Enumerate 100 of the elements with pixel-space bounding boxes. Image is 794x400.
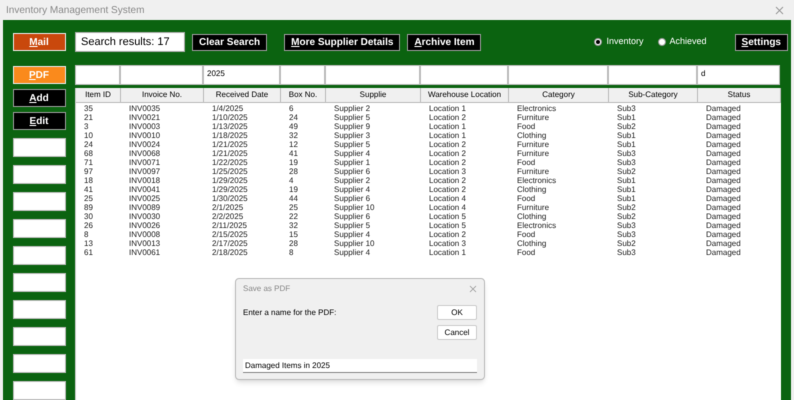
table-cell: Damaged	[706, 113, 741, 122]
action-button[interactable]: Add	[12, 89, 66, 107]
table-cell: INV0021	[129, 113, 160, 122]
empty-field[interactable]	[12, 219, 66, 238]
table-cell: 1/13/2025	[212, 122, 248, 131]
dialog-button[interactable]: OK	[437, 305, 477, 320]
empty-field[interactable]	[12, 192, 66, 211]
table-cell: Supplier 6	[334, 212, 370, 221]
filter-field[interactable]	[508, 65, 608, 85]
table-cell: Food	[517, 158, 536, 167]
settings-button[interactable]: Settings	[734, 34, 788, 50]
filter-field[interactable]	[75, 65, 120, 85]
table-cell: Location 1	[429, 248, 466, 257]
filter-field[interactable]: d	[697, 65, 780, 85]
close-icon[interactable]	[775, 6, 784, 14]
empty-field[interactable]	[12, 381, 66, 400]
action-button[interactable]: Edit	[12, 112, 66, 130]
radio-button[interactable]	[658, 38, 666, 46]
table-cell: INV0097	[129, 167, 160, 176]
empty-field[interactable]	[12, 165, 66, 184]
table-cell: Supplier 6	[334, 194, 370, 203]
column-header[interactable]: Invoice No.	[121, 88, 204, 103]
table-cell: Sub1	[617, 113, 636, 122]
table-cell: 1/22/2025	[212, 158, 248, 167]
search-results: Search results: 17	[75, 32, 185, 52]
column-header[interactable]: Supplie	[326, 88, 421, 103]
table-cell: Sub3	[617, 104, 636, 113]
empty-field[interactable]	[12, 246, 66, 265]
table-cell: Sub2	[617, 167, 636, 176]
empty-field[interactable]	[12, 327, 66, 346]
table-cell: 28	[289, 239, 298, 248]
mail-button[interactable]: Mail	[12, 33, 66, 51]
filter-field[interactable]	[120, 65, 203, 85]
table-cell: Furniture	[517, 167, 550, 176]
table-cell: Location 1	[429, 104, 466, 113]
table-cell: 28	[289, 167, 298, 176]
filter-field[interactable]	[280, 65, 325, 85]
table-cell: Supplier 2	[334, 176, 370, 185]
table-cell: Damaged	[706, 131, 741, 140]
filter-field[interactable]	[420, 65, 508, 85]
table-cell: 2/15/2025	[212, 230, 248, 239]
table-cell: Supplier 2	[334, 104, 370, 113]
table-cell: INV0010	[129, 131, 160, 140]
table-cell: 41	[84, 185, 93, 194]
table-cell: 3	[84, 122, 88, 131]
table-cell: Damaged	[706, 185, 741, 194]
table-cell: 32	[289, 131, 298, 140]
pdf-name-field[interactable]: Damaged Items in 2025	[243, 359, 477, 373]
table-cell: Food	[517, 194, 536, 203]
table-cell: Location 2	[429, 113, 466, 122]
column-header[interactable]: Box No.	[281, 88, 326, 103]
table-cell: Food	[517, 122, 536, 131]
table-cell: 1/30/2025	[212, 194, 248, 203]
table-cell: 68	[84, 149, 93, 158]
toolbar-button[interactable]: Clear Search	[192, 34, 268, 50]
empty-field[interactable]	[12, 354, 66, 373]
table-cell: Supplier 5	[334, 221, 370, 230]
table-cell: INV0024	[129, 140, 160, 149]
table-cell: 1/4/2025	[212, 104, 244, 113]
column-header[interactable]: Received Date	[204, 88, 281, 103]
table-cell: 24	[289, 113, 298, 122]
table-cell: 2/2/2025	[212, 212, 244, 221]
empty-field[interactable]	[12, 300, 66, 319]
radio-button[interactable]	[594, 38, 602, 46]
column-header[interactable]: Item ID	[76, 88, 121, 103]
table-cell: Sub2	[617, 239, 636, 248]
empty-field[interactable]	[12, 273, 66, 292]
filter-field[interactable]: 2025	[203, 65, 280, 85]
filter-field[interactable]	[608, 65, 697, 85]
dialog-prompt: Enter a name for the PDF:	[243, 307, 336, 319]
table-cell: INV0013	[129, 239, 160, 248]
table-cell: Electronics	[517, 176, 556, 185]
column-header[interactable]: Status	[698, 88, 781, 103]
table-cell: Clothing	[517, 239, 546, 248]
table-cell: Location 4	[429, 194, 466, 203]
empty-field[interactable]	[12, 138, 66, 157]
table-cell: Damaged	[706, 140, 741, 149]
table-cell: Electronics	[517, 221, 556, 230]
table-cell: Clothing	[517, 185, 546, 194]
table-cell: Supplier 4	[334, 149, 370, 158]
table-cell: Clothing	[517, 212, 546, 221]
column-header[interactable]: Category	[509, 88, 609, 103]
toolbar-button[interactable]: More Supplier Details	[284, 34, 400, 50]
table-cell: 32	[289, 221, 298, 230]
dialog-button[interactable]: Cancel	[437, 325, 477, 340]
table-cell: 1/29/2025	[212, 185, 248, 194]
column-header[interactable]: Warehouse Location	[421, 88, 509, 103]
close-icon[interactable]	[469, 284, 477, 292]
table-cell: 8	[289, 248, 294, 257]
table-cell: Location 5	[429, 212, 466, 221]
table-cell: Damaged	[706, 239, 741, 248]
toolbar-button[interactable]: Archive Item	[407, 34, 482, 50]
table-cell: Clothing	[517, 131, 546, 140]
column-header[interactable]: Sub-Category	[609, 88, 698, 103]
table-cell: Damaged	[706, 221, 741, 230]
table-cell: 41	[289, 149, 298, 158]
filter-field[interactable]	[325, 65, 420, 85]
table-cell: Location 3	[429, 239, 466, 248]
table-cell: 49	[289, 122, 298, 131]
table-cell: Location 4	[429, 203, 466, 212]
